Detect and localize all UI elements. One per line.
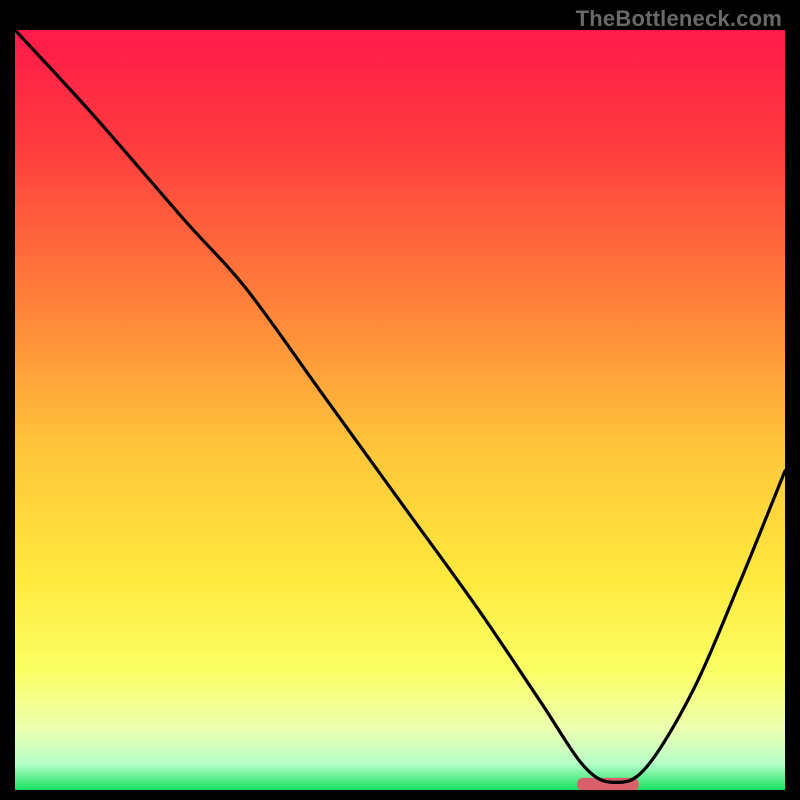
chart-frame (15, 30, 785, 790)
bottleneck-chart (15, 30, 785, 790)
watermark-text: TheBottleneck.com (576, 6, 782, 32)
gradient-background (15, 30, 785, 790)
